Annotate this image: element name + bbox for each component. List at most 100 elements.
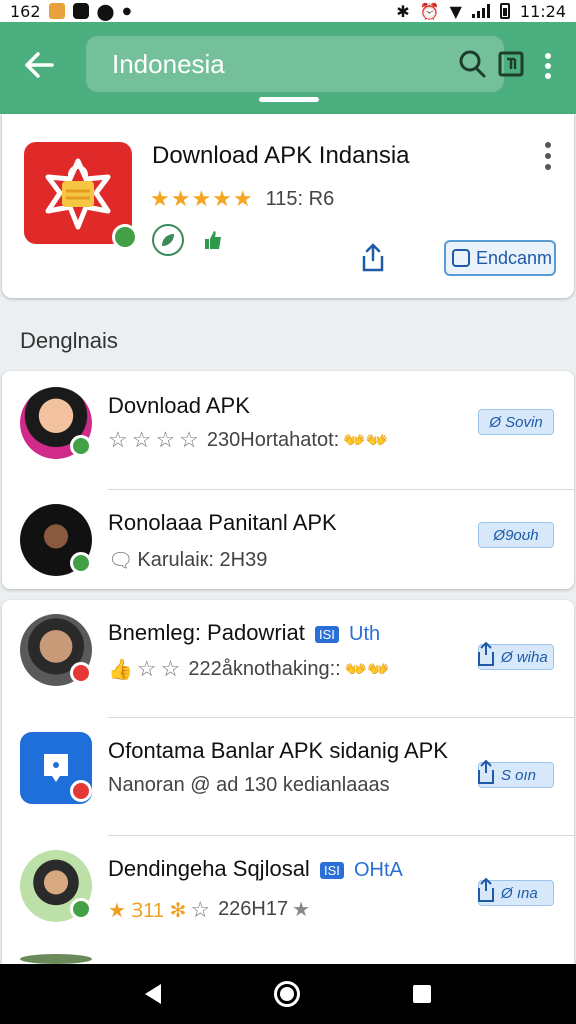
list-item-subtitle: 👍 ☆☆ 222åknothaking:: 👐👐 xyxy=(108,656,390,682)
verified-badge-icon xyxy=(112,224,138,250)
featured-app-icon xyxy=(24,142,138,250)
app-notification-icon xyxy=(48,3,65,19)
list-item-meta: 222åknothaking:: xyxy=(188,657,341,680)
featured-rating: ★★★★★ 115: R6 xyxy=(150,186,334,212)
search-input[interactable] xyxy=(112,48,447,80)
thumbs-up-outline-icon: 👍 xyxy=(108,658,133,681)
status-badge-icon xyxy=(70,435,92,457)
install-button[interactable]: Endcanm xyxy=(444,240,556,276)
tag-chip: ISI xyxy=(315,625,339,643)
tag-text: OHtA xyxy=(353,859,403,881)
notification-glyph-icon: ⬤ xyxy=(96,1,115,21)
comment-icon: 🗨 xyxy=(108,550,134,572)
status-time: 11:24 xyxy=(519,1,566,21)
results-card-1: Dovnload APK ☆☆☆☆ 230Hortahatot: 👐👐 Ø So… xyxy=(2,371,574,589)
list-item-action-button[interactable]: S oın xyxy=(478,759,554,788)
app-bar xyxy=(0,22,576,114)
list-item-meta: 230Hortahatot: xyxy=(206,428,340,451)
status-badge-icon xyxy=(70,662,92,684)
featured-more-icon[interactable] xyxy=(540,140,556,172)
status-text: 162 xyxy=(10,1,41,21)
rating-stars: ☆ xyxy=(190,896,215,922)
list-item[interactable]: Ronolaaa Panitanl APK 🗨 Karulaiк: 2H39 Ø… xyxy=(2,490,574,589)
install-label: Endcanm xyxy=(476,247,553,268)
list-item-subtitle: Nanoran @ ad 130 kedianlaaas xyxy=(108,774,390,796)
share-icon xyxy=(478,877,494,902)
featured-app-card[interactable]: Download APK Indansia ★★★★★ 115: R6 Endc… xyxy=(2,114,574,298)
search-bar[interactable] xyxy=(86,36,524,92)
bluetooth-icon: ✱ xyxy=(396,1,410,21)
leaf-icon xyxy=(152,224,184,256)
status-bar: 162 ⬤ ● ✱ ⏰ ▼ 11:24 xyxy=(0,0,576,22)
list-item-title: Dovnload APK xyxy=(108,393,250,418)
tag-chip: ISI xyxy=(319,861,344,879)
alarm-icon: ⏰ xyxy=(419,1,440,21)
tag-text: Uth xyxy=(349,623,381,645)
avatar-partial xyxy=(20,954,92,964)
list-item-title: Ofontama Banlar APK sidanig APK xyxy=(108,738,448,763)
hands-icon: 👐👐 xyxy=(344,658,390,679)
wifi-icon: ▼ xyxy=(449,1,462,21)
rating-stars: ☆☆☆☆ xyxy=(108,427,203,452)
featured-app-title: Download APK Indansia xyxy=(152,142,410,169)
list-item-title: Dendingeha Sqjlosal ISI OHtA xyxy=(108,856,403,882)
action-label: S oın xyxy=(501,766,537,784)
list-item-action-button[interactable]: Ø Sovin xyxy=(478,409,554,435)
rating-prefix: ★ Ɜ11 ✻ xyxy=(108,900,187,922)
share-icon xyxy=(478,759,494,784)
rating-stars: ☆☆ xyxy=(136,656,185,681)
section-title: Denglnais xyxy=(20,328,118,353)
section-header: Denglnais xyxy=(0,308,576,370)
search-button[interactable] xyxy=(457,44,487,84)
search-icon xyxy=(459,50,486,78)
battery-icon xyxy=(499,3,510,19)
list-item[interactable]: Dovnload APK ☆☆☆☆ 230Hortahatot: 👐👐 Ø So… xyxy=(2,371,574,490)
notification-square-icon xyxy=(72,3,89,19)
tabs-icon xyxy=(498,51,524,77)
rating-stars: ★★★★★ xyxy=(150,186,254,211)
install-icon xyxy=(452,249,470,267)
list-item-subtitle: 🗨 Karulaiк: 2H39 xyxy=(108,548,267,573)
arrow-left-icon xyxy=(25,52,54,78)
list-item-meta: Karulaiк: 2H39 xyxy=(137,549,268,571)
status-badge-icon xyxy=(70,898,92,920)
nav-back-icon[interactable] xyxy=(144,984,161,1004)
list-item[interactable]: Dendingeha Sqjlosal ISI OHtA ★ Ɜ11 ✻ ☆ 2… xyxy=(2,836,574,946)
system-nav-bar xyxy=(0,964,576,1024)
back-button[interactable] xyxy=(18,44,60,86)
list-item-title-text: Dendingeha Sqjlosal xyxy=(108,856,310,881)
share-icon[interactable] xyxy=(358,242,388,274)
list-item[interactable]: Ofontama Banlar APK sidanig APK Nanoran … xyxy=(2,718,574,836)
chat-bubble-icon xyxy=(44,754,68,782)
share-icon xyxy=(478,641,494,666)
shopping-bag-icon xyxy=(45,158,111,230)
drag-handle[interactable] xyxy=(259,97,319,102)
hands-icon: 👐👐 xyxy=(343,429,389,450)
nav-recents-icon[interactable] xyxy=(413,985,432,1003)
list-item-subtitle: ☆☆☆☆ 230Hortahatot: 👐👐 xyxy=(108,427,388,453)
list-item-action-button[interactable]: Ø9oʊh xyxy=(478,522,554,548)
list-item-meta: 226H17 xyxy=(218,898,289,920)
list-item-title: Ronolaaa Panitanl APK xyxy=(108,510,337,535)
star-icon: ★ xyxy=(292,899,311,921)
list-item-action-button[interactable]: Ø wiha xyxy=(478,641,554,670)
list-item-action-button[interactable]: Ø ına xyxy=(478,877,554,906)
list-item[interactable]: Bnemleg: Padowriat ISI Uth 👍 ☆☆ 222åknot… xyxy=(2,600,574,718)
action-label: Ø ına xyxy=(501,884,538,902)
rating-count: 115: R6 xyxy=(265,187,335,210)
nav-home-icon[interactable] xyxy=(273,981,300,1007)
action-label: Ø wiha xyxy=(501,648,548,666)
list-item-subtitle: ★ Ɜ11 ✻ ☆ 226H17 ★ xyxy=(108,896,310,923)
overflow-menu-button[interactable] xyxy=(536,46,560,86)
featured-meta-icons xyxy=(152,224,224,256)
more-vertical-icon xyxy=(545,53,551,79)
list-item-title-text: Bnemleg: Padowriat xyxy=(108,620,305,645)
status-badge-icon xyxy=(70,780,92,802)
thumbs-up-icon xyxy=(205,231,221,249)
notification-dot-icon: ● xyxy=(122,5,132,17)
status-badge-icon xyxy=(70,552,92,574)
tabs-button[interactable] xyxy=(497,44,525,84)
list-item-title: Bnemleg: Padowriat ISI Uth xyxy=(108,620,380,646)
results-card-2: Bnemleg: Padowriat ISI Uth 👍 ☆☆ 222åknot… xyxy=(2,600,574,964)
signal-icon xyxy=(471,4,490,18)
